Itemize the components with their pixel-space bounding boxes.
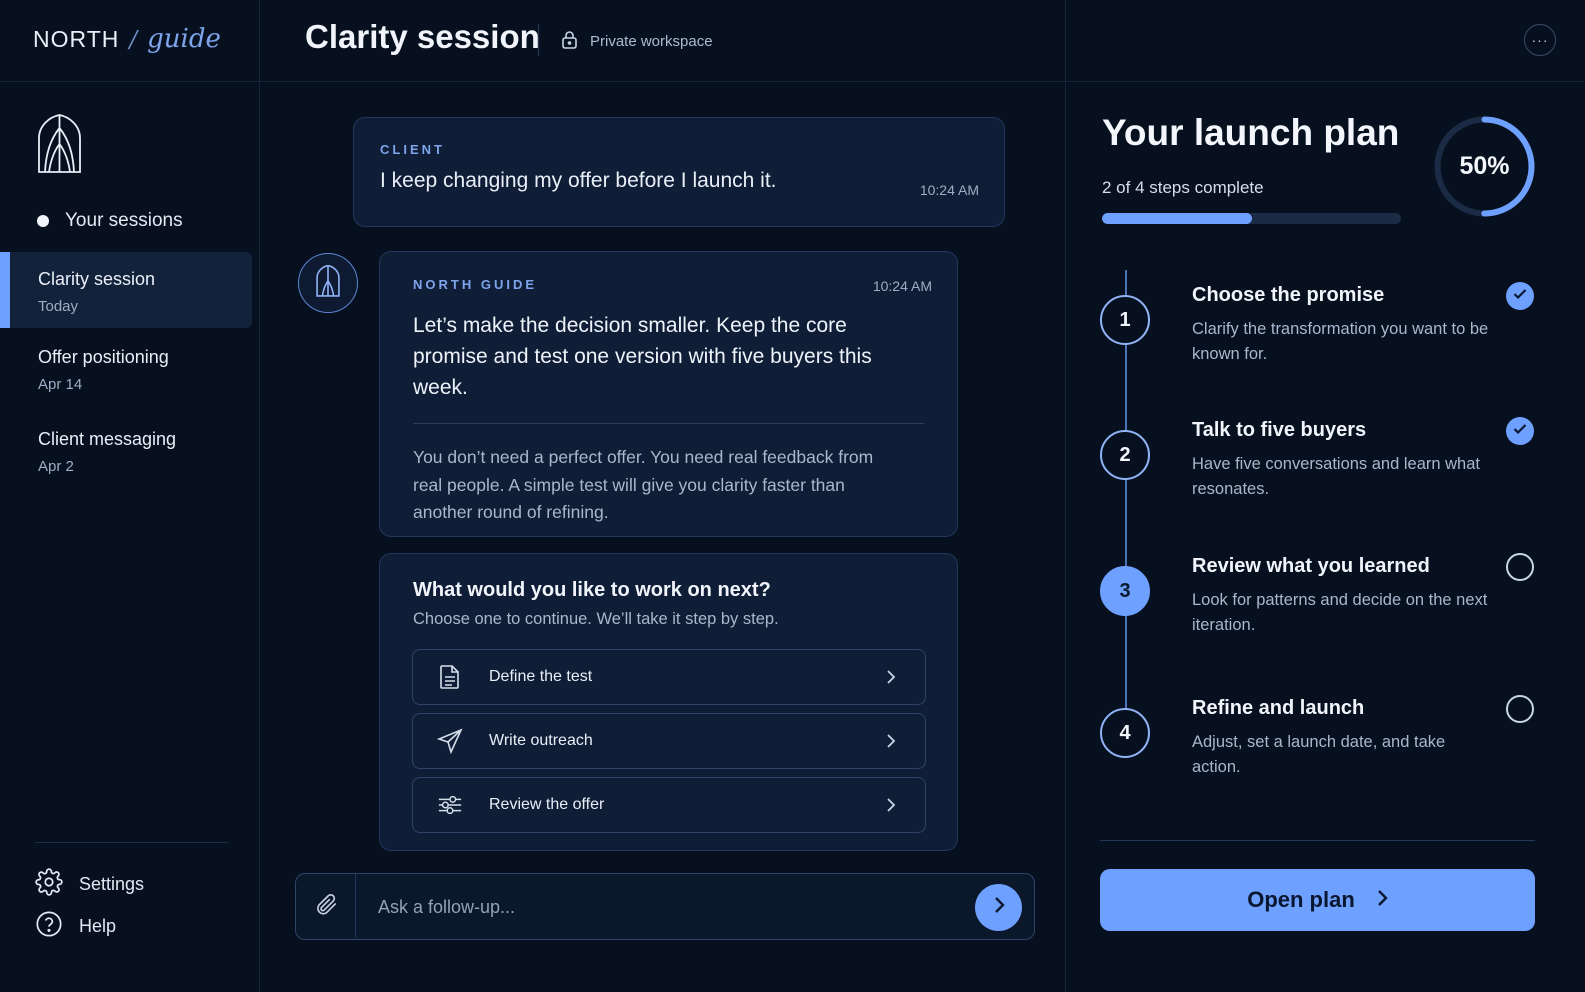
step-title: Choose the promise — [1192, 284, 1385, 306]
check-icon — [1513, 422, 1527, 440]
plan-title: Your launch plan — [1102, 112, 1400, 153]
guide-message: NORTH GUIDE 10:24 AM Let’s make the deci… — [379, 251, 958, 537]
step-complete-checkbox[interactable] — [1506, 417, 1534, 445]
workspace-label: Private workspace — [590, 33, 713, 50]
more-icon: ··· — [1531, 32, 1549, 48]
guide-message-time: 10:24 AM — [872, 278, 932, 294]
option-label: Review the offer — [489, 796, 605, 813]
help-link[interactable]: Help — [35, 910, 116, 943]
settings-link[interactable]: Settings — [35, 868, 144, 901]
status-dot-icon — [37, 215, 49, 227]
client-message-time: 10:24 AM — [919, 182, 979, 198]
chevron-right-icon — [881, 669, 901, 685]
follow-up-input[interactable] — [378, 892, 938, 922]
session-title: Client messaging — [38, 429, 177, 449]
help-icon — [35, 910, 63, 943]
client-message: CLIENT I keep changing my offer before I… — [353, 117, 1005, 227]
help-label: Help — [79, 916, 117, 936]
next-step-options: What would you like to work on next? Cho… — [379, 553, 958, 851]
lock-icon — [561, 30, 578, 53]
step-number: 3 — [1100, 566, 1150, 616]
guide-label: NORTH GUIDE — [413, 277, 537, 292]
session-item-clarity[interactable]: Clarity session Today — [0, 252, 252, 328]
option-write-outreach-button[interactable]: Write outreach — [412, 713, 926, 769]
step-number: 2 — [1100, 430, 1150, 480]
session-title: Offer positioning — [38, 347, 169, 367]
brand-logo[interactable]: NORTH / guide — [33, 24, 221, 54]
step-title: Refine and launch — [1192, 697, 1365, 719]
sessions-heading-label: Your sessions — [65, 210, 183, 231]
option-define-test-button[interactable]: Define the test — [412, 649, 926, 705]
plan-progress-fill — [1102, 213, 1252, 224]
chevron-right-icon — [1377, 887, 1388, 913]
session-item-client-messaging[interactable]: Client messaging Apr 2 — [0, 429, 252, 475]
session-date: Today — [38, 298, 79, 315]
page-title: Clarity session — [305, 18, 540, 55]
guide-avatar — [298, 253, 358, 313]
step-description: Have five conversations and learn what r… — [1192, 455, 1480, 498]
sidebar-divider — [259, 0, 260, 992]
step-description: Clarify the transformation you want to b… — [1192, 320, 1489, 363]
gear-icon — [35, 868, 63, 901]
option-label: Write outreach — [489, 732, 593, 749]
option-review-offer-button[interactable]: Review the offer — [412, 777, 926, 833]
step-title: Talk to five buyers — [1192, 419, 1367, 441]
chevron-right-icon — [993, 896, 1005, 919]
plan-footer-divider — [1100, 840, 1535, 841]
session-title: Clarity session — [38, 269, 156, 289]
attach-button[interactable] — [296, 874, 356, 938]
sliders-icon — [437, 794, 463, 816]
step-complete-checkbox[interactable] — [1506, 282, 1534, 310]
chevron-right-icon — [881, 733, 901, 749]
chevron-right-icon — [881, 797, 901, 813]
plan-divider-vertical — [1065, 0, 1066, 992]
brand-slash: / — [129, 27, 138, 53]
client-label: CLIENT — [380, 142, 445, 157]
more-options-button[interactable]: ··· — [1524, 24, 1556, 56]
session-item-offer-positioning[interactable]: Offer positioning Apr 14 — [0, 347, 252, 393]
north-emblem-icon — [315, 264, 341, 302]
option-label: Define the test — [489, 668, 593, 685]
open-plan-button[interactable]: Open plan — [1100, 869, 1535, 931]
step-incomplete-checkbox[interactable] — [1506, 553, 1534, 581]
step-incomplete-checkbox[interactable] — [1506, 695, 1534, 723]
check-icon — [1513, 287, 1527, 305]
plan-percent-label: 50% — [1459, 152, 1510, 180]
sidebar-footer-divider — [35, 842, 228, 843]
send-icon — [437, 728, 463, 754]
options-title: What would you like to work on next? — [413, 579, 771, 601]
document-icon — [437, 664, 463, 690]
guide-message-text: Let’s make the decision smaller. Keep th… — [413, 314, 872, 399]
sessions-heading: Your sessions — [37, 210, 183, 232]
header-divider — [0, 81, 1585, 82]
session-date: Apr 2 — [38, 458, 74, 475]
north-emblem-icon — [37, 114, 82, 179]
open-plan-label: Open plan — [1247, 887, 1355, 912]
options-subtitle: Choose one to continue. We’ll take it st… — [413, 610, 779, 628]
step-number: 1 — [1100, 295, 1150, 345]
paperclip-icon — [313, 889, 339, 924]
client-message-text: I keep changing my offer before I launch… — [380, 169, 777, 192]
brand-sub: guide — [147, 24, 221, 54]
guide-message-divider — [413, 423, 924, 424]
workspace-indicator: Private workspace — [561, 30, 713, 53]
step-description: Look for patterns and decide on the next… — [1192, 591, 1488, 634]
brand-name: NORTH — [33, 26, 120, 52]
step-title: Review what you learned — [1192, 555, 1430, 577]
step-description: Adjust, set a launch date, and take acti… — [1192, 733, 1446, 776]
session-date: Apr 14 — [38, 376, 83, 393]
plan-progress-text: 2 of 4 steps complete — [1102, 178, 1264, 197]
step-number: 4 — [1100, 708, 1150, 758]
composer — [295, 873, 1035, 940]
settings-label: Settings — [79, 874, 145, 894]
header-separator — [538, 24, 539, 56]
app-window: NORTH / guide Clarity session Private wo… — [0, 0, 1585, 992]
guide-message-note: You don’t need a perfect offer. You need… — [413, 447, 874, 522]
send-button[interactable] — [975, 884, 1022, 931]
plan-progress-bar — [1102, 213, 1401, 224]
